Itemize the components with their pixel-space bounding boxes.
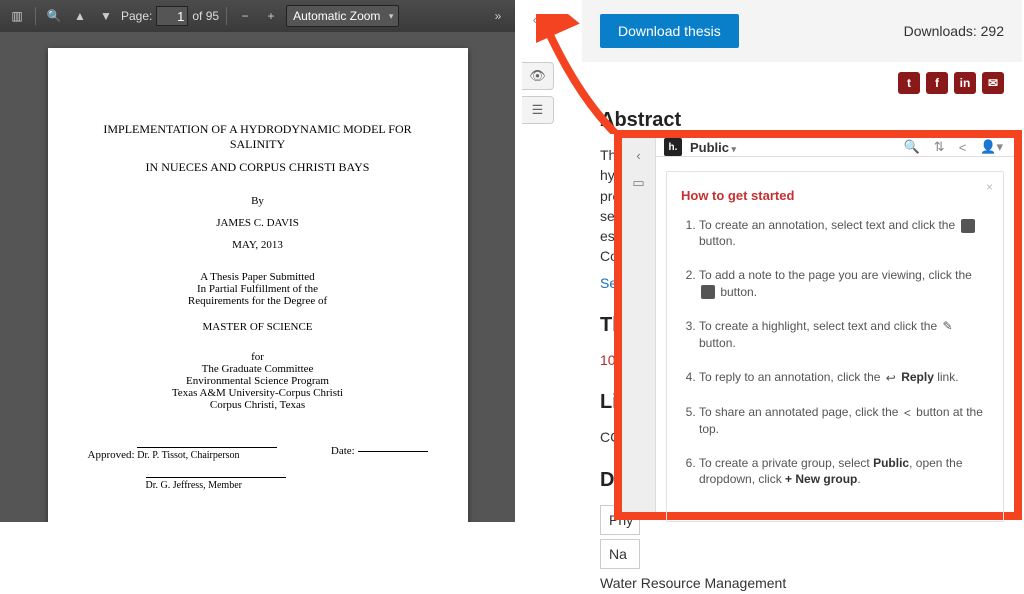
date-line bbox=[358, 451, 428, 454]
hyp-collapse-icon[interactable]: ‹ bbox=[628, 144, 650, 166]
zoom-select[interactable]: Automatic Zoom bbox=[286, 5, 399, 27]
doc-sub2: In Partial Fulfillment of the bbox=[88, 283, 428, 295]
search-icon[interactable]: 🔍 bbox=[901, 139, 923, 155]
hyp-sidebar: ‹ ▭ bbox=[622, 138, 656, 512]
close-icon[interactable]: × bbox=[986, 180, 993, 194]
pdf-toolbar: ▥ 🔍 ▲ ▼ Page: of 95 − + Automatic Zoom » bbox=[0, 0, 515, 32]
approved-label: Approved: bbox=[88, 449, 135, 461]
page-total: of 95 bbox=[192, 9, 219, 23]
side-note-icon[interactable]: ☰ bbox=[522, 96, 554, 124]
doc-c1: The Graduate Committee bbox=[88, 363, 428, 375]
get-started-card: × How to get started To create an annota… bbox=[666, 171, 1004, 522]
pdf-viewer: ▥ 🔍 ▲ ▼ Page: of 95 − + Automatic Zoom »… bbox=[0, 0, 515, 522]
pdf-page: IMPLEMENTATION OF A HYDRODYNAMIC MODEL F… bbox=[48, 48, 468, 522]
sidebar-toggle-icon[interactable]: ▥ bbox=[6, 5, 28, 27]
sort-icon[interactable]: ⇅ bbox=[931, 139, 948, 155]
hypothesis-panel: ‹ ▭ h. Public 🔍 ⇅ < 👤▾ × How to get star… bbox=[614, 130, 1022, 520]
step-2: To add a note to the page you are viewin… bbox=[699, 267, 989, 299]
tools-icon[interactable]: » bbox=[487, 5, 509, 27]
page-label: Page: bbox=[121, 9, 152, 23]
doc-sub1: A Thesis Paper Submitted bbox=[88, 271, 428, 283]
step-1: To create an annotation, select text and… bbox=[699, 217, 989, 249]
step-5: To share an annotated page, click the < … bbox=[699, 404, 989, 437]
doc-c4: Corpus Christi, Texas bbox=[88, 399, 428, 411]
step-3: To create a highlight, select text and c… bbox=[699, 318, 989, 351]
page-note-icon bbox=[701, 285, 715, 299]
chevron-left-icon[interactable]: ‹ bbox=[533, 12, 537, 32]
linkedin-icon[interactable]: in bbox=[954, 72, 976, 94]
doc-degree: MASTER OF SCIENCE bbox=[88, 321, 428, 333]
doc-sub3: Requirements for the Degree of bbox=[88, 295, 428, 307]
download-count: Downloads: 292 bbox=[904, 23, 1004, 39]
share-icon[interactable]: < bbox=[956, 140, 970, 155]
page-number-input[interactable] bbox=[156, 6, 188, 26]
doc-author: JAMES C. DAVIS bbox=[88, 217, 428, 229]
tag-2[interactable]: Na bbox=[600, 539, 640, 569]
doc-by: By bbox=[88, 195, 428, 207]
zoom-out-icon[interactable]: − bbox=[234, 5, 256, 27]
doc-date: MAY, 2013 bbox=[88, 239, 428, 251]
hypothesis-logo-icon[interactable]: h. bbox=[664, 138, 682, 156]
sig-1: Dr. P. Tissot, Chairperson bbox=[137, 447, 277, 461]
annotate-icon bbox=[961, 219, 975, 233]
tag-3[interactable]: Water Resource Management bbox=[600, 573, 1004, 593]
chevron-right-icon[interactable]: › bbox=[541, 12, 545, 32]
doc-title-2: IN NUECES AND CORPUS CHRISTI BAYS bbox=[88, 160, 428, 175]
email-icon[interactable]: ✉ bbox=[982, 72, 1004, 94]
pdf-page-area[interactable]: IMPLEMENTATION OF A HYDRODYNAMIC MODEL F… bbox=[0, 32, 515, 522]
highlight-icon: ✎ bbox=[942, 318, 952, 334]
hyp-note-icon[interactable]: ▭ bbox=[628, 172, 650, 194]
find-icon[interactable]: 🔍 bbox=[43, 5, 65, 27]
side-annotate-icon[interactable]: 👁 bbox=[522, 62, 554, 90]
card-title: How to get started bbox=[681, 188, 989, 203]
step-6: To create a private group, select Public… bbox=[699, 455, 989, 487]
download-button[interactable]: Download thesis bbox=[600, 14, 739, 48]
doc-for: for bbox=[88, 351, 428, 363]
facebook-icon[interactable]: f bbox=[926, 72, 948, 94]
share-icons: t f in ✉ bbox=[582, 62, 1022, 100]
reply-icon: ↩ bbox=[886, 370, 896, 386]
share-icon-inline: < bbox=[904, 405, 911, 421]
sig-2: Dr. G. Jeffress, Member bbox=[146, 477, 286, 491]
next-page-icon[interactable]: ▼ bbox=[95, 5, 117, 27]
step-4: To reply to an annotation, click the ↩ R… bbox=[699, 369, 989, 386]
download-bar: Download thesis Downloads: 292 bbox=[582, 0, 1022, 62]
zoom-in-icon[interactable]: + bbox=[260, 5, 282, 27]
prev-page-icon[interactable]: ▲ bbox=[69, 5, 91, 27]
twitter-icon[interactable]: t bbox=[898, 72, 920, 94]
doc-title-1: IMPLEMENTATION OF A HYDRODYNAMIC MODEL F… bbox=[88, 122, 428, 152]
date-label: Date: bbox=[331, 445, 355, 457]
doc-c3: Texas A&M University-Corpus Christi bbox=[88, 387, 428, 399]
hyp-toolbar: h. Public 🔍 ⇅ < 👤▾ bbox=[656, 138, 1014, 157]
side-tabs: ‹ › 👁 ☰ bbox=[522, 12, 556, 124]
account-icon[interactable]: 👤▾ bbox=[977, 139, 1006, 155]
doc-c2: Environmental Science Program bbox=[88, 375, 428, 387]
group-selector[interactable]: Public bbox=[690, 140, 736, 155]
